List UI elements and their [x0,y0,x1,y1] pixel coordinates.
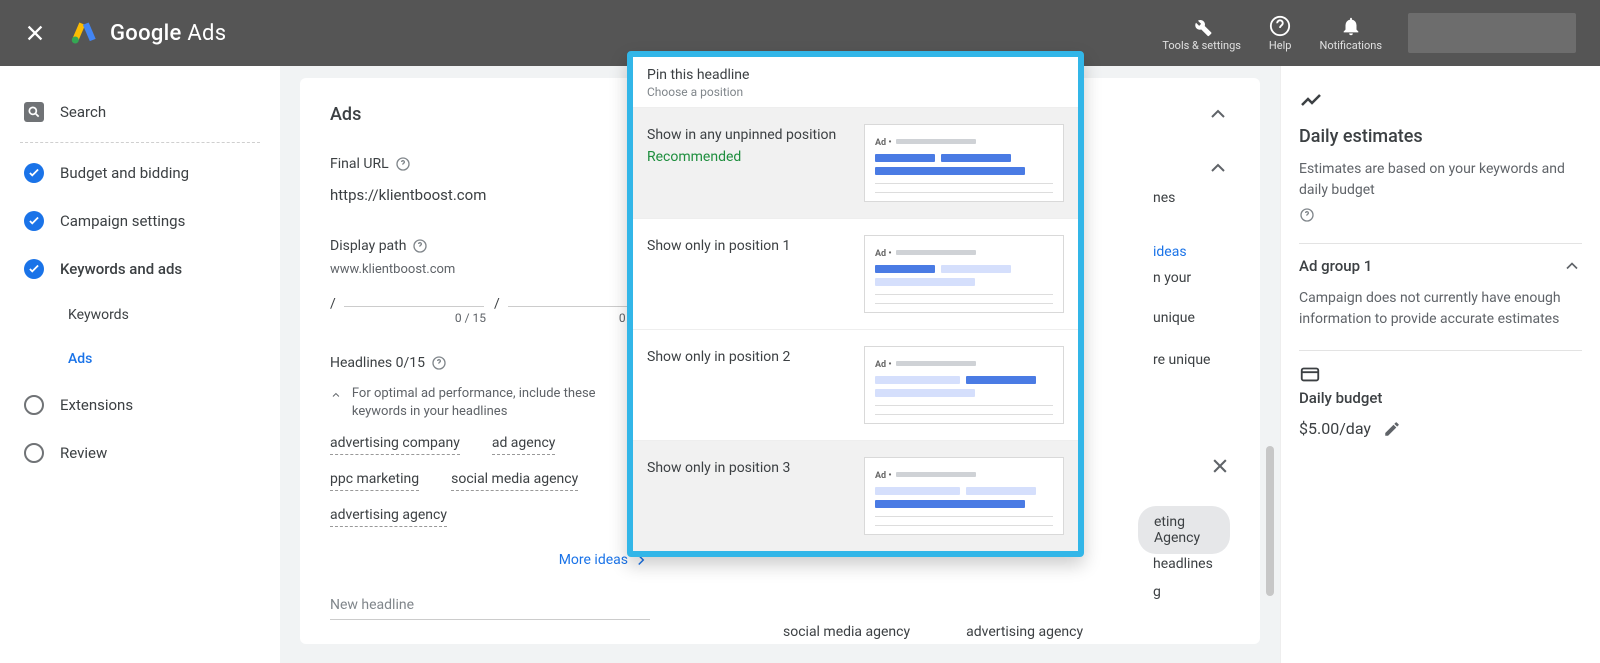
peek-chip[interactable]: eting Agency [1138,506,1230,554]
path-counter-1: 0 / 15 [344,307,486,325]
google-ads-icon [70,19,98,47]
sidebar-item-ads[interactable]: Ads [0,337,280,381]
tools-settings-button[interactable]: Tools & settings [1162,15,1241,52]
collapse-section-icon[interactable] [1206,156,1230,180]
peek-text: nes [1153,190,1175,206]
help-button[interactable]: Help [1269,15,1292,52]
account-box[interactable] [1408,13,1576,53]
desc-chip[interactable]: advertising agency [966,624,1083,640]
pin-preview: Ad • [864,124,1064,202]
radio-icon [24,395,44,415]
sidebar-item-review[interactable]: Review [0,429,280,477]
desc-chip[interactable]: social media agency [783,624,910,640]
headlines-hint: For optimal ad performance, include thes… [352,385,650,421]
sidebar-item-search[interactable]: Search [0,88,280,136]
edit-icon[interactable] [1383,420,1401,438]
help-icon[interactable] [431,355,447,371]
adgroup-body: Campaign does not currently have enough … [1299,288,1582,350]
popover-subtitle: Choose a position [647,85,1064,99]
adgroup-title: Ad group 1 [1299,257,1372,275]
sidebar-item-keywords[interactable]: Keywords [0,293,280,337]
headlines-label: Headlines 0/15 [330,355,650,371]
check-icon [24,211,44,231]
estimates-panel: Daily estimates Estimates are based on y… [1280,66,1600,663]
help-icon [1269,15,1291,37]
close-icon[interactable] [24,22,46,44]
sidebar-item-extensions[interactable]: Extensions [0,381,280,429]
help-icon[interactable] [1299,207,1315,223]
more-ideas-link[interactable]: More ideas [330,551,650,569]
estimates-desc: Estimates are based on your keywords and… [1299,159,1582,223]
sidebar: Search Budget and bidding Campaign setti… [0,66,280,663]
estimates-title: Daily estimates [1299,126,1582,147]
pin-option-1[interactable]: Show only in position 1 Ad • [633,218,1078,329]
keyword-chip[interactable]: ad agency [492,435,556,455]
sidebar-item-budget[interactable]: Budget and bidding [0,149,280,197]
budget-label: Daily budget [1299,389,1582,407]
peek-text: re unique [1153,352,1210,368]
pin-preview: Ad • [864,235,1064,313]
new-headline-input[interactable]: New headline [330,589,650,620]
sidebar-item-keywords-ads[interactable]: Keywords and ads [0,245,280,293]
check-icon [24,259,44,279]
final-url-label: Final URL [330,156,650,172]
notifications-button[interactable]: Notifications [1319,15,1382,52]
logo: Google Ads [70,19,226,47]
close-panel-icon[interactable] [1210,456,1230,476]
collapse-icon[interactable] [1206,102,1230,126]
search-icon [24,102,44,122]
peek-text: unique [1153,310,1195,326]
popover-title: Pin this headline [647,67,1064,83]
collapse-hint-icon[interactable] [330,387,342,403]
peek-text: headlines [1153,556,1213,572]
peek-text: g [1153,584,1161,600]
help-icon[interactable] [395,156,411,172]
peek-text: n your [1153,270,1191,286]
pin-option-any[interactable]: Show in any unpinned position Recommende… [633,107,1078,218]
path-input-1[interactable] [344,283,484,307]
pin-popover: Pin this headline Choose a position Show… [627,51,1084,557]
card-icon [1299,363,1321,385]
trend-icon [1299,88,1323,112]
keyword-chip[interactable]: advertising agency [330,507,447,527]
radio-icon [24,443,44,463]
sidebar-item-campaign[interactable]: Campaign settings [0,197,280,245]
help-icon[interactable] [412,238,428,254]
keyword-chip[interactable]: advertising company [330,435,460,455]
bell-icon [1340,15,1362,37]
wrench-icon [1191,15,1213,37]
budget-value: $5.00/day [1299,419,1371,438]
collapse-adgroup-icon[interactable] [1562,256,1582,276]
keyword-chip[interactable]: social media agency [451,471,578,491]
check-icon [24,163,44,183]
logo-text: Google Ads [110,21,226,46]
pin-preview: Ad • [864,346,1064,424]
pin-option-3[interactable]: Show only in position 3 Ad • [633,440,1078,551]
pin-option-2[interactable]: Show only in position 2 Ad • [633,329,1078,440]
display-path-base: www.klientboost.com [330,262,650,277]
page-title: Ads [330,104,361,125]
peek-link[interactable]: ideas [1153,244,1187,260]
keyword-chip[interactable]: ppc marketing [330,471,419,491]
display-path-label: Display path [330,238,650,254]
scrollbar[interactable] [1266,446,1274,596]
final-url-value[interactable]: https://klientboost.com [330,180,650,212]
pin-preview: Ad • [864,457,1064,535]
